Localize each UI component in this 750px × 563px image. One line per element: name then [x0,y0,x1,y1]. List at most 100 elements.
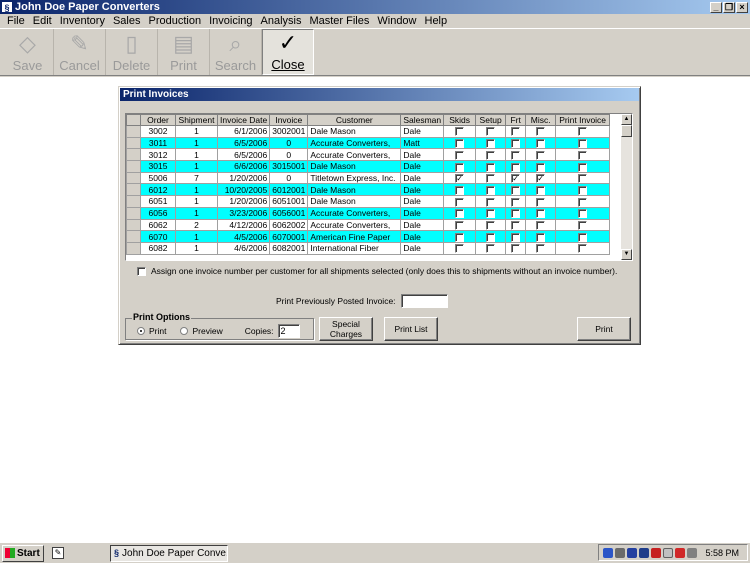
cell-invoice[interactable]: 0 [269,171,309,185]
print-previous-input[interactable] [400,294,448,308]
cell-invoice-date[interactable]: 10/20/2005 [216,183,271,197]
tray-icon[interactable] [663,547,673,558]
cell-order[interactable]: 6056 [140,206,176,220]
print-invoice-checkbox[interactable] [578,150,588,160]
cell-salesman[interactable]: Dale [400,171,445,185]
close-button[interactable]: ✓ Close [262,29,314,75]
cell-salesman[interactable]: Dale [400,230,445,243]
cell-invoice-date[interactable]: 1/20/2006 [216,195,271,208]
cell-shipment[interactable]: 1 [175,206,218,220]
cell-invoice[interactable]: 6051001 [269,195,309,208]
tray-icon[interactable] [687,547,697,558]
table-row[interactable]: 3011 1 6/5/2006 0 Accurate Converters, Matt [126,136,611,150]
cell-salesman[interactable]: Dale [400,206,445,220]
scroll-thumb[interactable] [621,125,632,137]
table-row[interactable]: 6056 1 3/23/2006 6056001 Accurate Converters… [126,206,611,220]
skids-checkbox[interactable] [455,185,465,195]
col-print-invoice[interactable]: Print Invoice [555,114,611,126]
misc-checkbox[interactable] [536,220,546,230]
misc-checkbox[interactable] [536,185,546,195]
row-selector[interactable] [126,230,141,243]
cell-invoice[interactable]: 6082001 [269,241,309,255]
cancel-button[interactable]: ✎ Cancel [54,29,106,75]
cell-customer[interactable]: Dale Mason [307,160,402,173]
tray-icon[interactable] [639,547,649,558]
setup-checkbox[interactable] [486,162,496,172]
frt-checkbox[interactable] [511,150,521,160]
row-selector[interactable] [126,195,141,208]
cell-customer[interactable]: Accurate Converters, [307,206,402,220]
print-radio-label[interactable]: Print [149,326,166,336]
print-invoice-checkbox[interactable] [578,162,588,172]
frt-checkbox[interactable]: ✓ [511,174,521,183]
setup-checkbox[interactable] [486,244,496,254]
setup-checkbox[interactable] [486,139,496,148]
scroll-up-button[interactable]: ▲ [621,114,632,125]
col-skids[interactable]: Skids [443,114,477,126]
table-row[interactable]: 6062 2 4/12/2006 6062002 Accurate Converters… [126,218,611,232]
misc-checkbox[interactable] [536,150,546,160]
cell-salesman[interactable]: Dale [400,218,445,232]
misc-checkbox[interactable] [536,244,546,254]
misc-checkbox[interactable] [536,139,546,148]
skids-checkbox[interactable] [455,232,465,242]
table-row[interactable]: 3015 1 6/6/2006 3015001 Dale Mason Dale [126,160,611,173]
misc-checkbox[interactable] [536,209,546,219]
cell-invoice[interactable]: 6070001 [269,230,309,243]
cell-shipment[interactable]: 2 [175,218,218,232]
tray-icon[interactable] [603,547,613,558]
print-invoice-checkbox[interactable] [578,174,588,183]
menu-item-help[interactable]: Help [421,15,452,27]
table-row[interactable]: 3012 1 6/5/2006 0 Accurate Converters, Dale [126,148,611,162]
col-order[interactable]: Order [140,114,176,126]
scroll-down-button[interactable]: ▼ [621,249,632,260]
table-row[interactable]: 3002 1 6/1/2006 3002001 Dale Mason Dale [126,125,611,138]
cell-customer[interactable]: Titletown Express, Inc. [307,171,402,185]
frt-checkbox[interactable] [511,185,521,195]
misc-checkbox[interactable] [536,127,546,137]
grid-scrollbar[interactable]: ▲ ▼ [621,114,632,260]
row-selector[interactable] [126,148,141,162]
row-selector[interactable] [126,183,141,197]
tray-icon[interactable] [615,547,625,558]
taskbar-app-button[interactable]: § John Doe Paper Conve... [110,544,228,562]
setup-checkbox[interactable] [486,220,496,230]
print-list-button[interactable]: Print List [384,317,438,341]
cell-invoice[interactable]: 0 [269,136,309,150]
cell-customer[interactable]: International Fiber [307,241,402,255]
skids-checkbox[interactable] [455,209,465,219]
cell-shipment[interactable]: 1 [175,125,218,138]
col-invoice[interactable]: Invoice [269,114,309,126]
cell-shipment[interactable]: 1 [175,136,218,150]
cell-shipment[interactable]: 1 [175,241,218,255]
cell-order[interactable]: 3012 [140,148,176,162]
col-frt[interactable]: Frt [505,114,527,126]
cell-shipment[interactable]: 1 [175,230,218,243]
row-selector[interactable] [126,171,141,185]
cell-order[interactable]: 3011 [140,136,176,150]
misc-checkbox[interactable] [536,162,546,172]
skids-checkbox[interactable] [455,244,465,254]
col-customer[interactable]: Customer [307,114,402,126]
print-invoice-checkbox[interactable] [578,220,588,230]
row-selector[interactable] [126,206,141,220]
table-row[interactable]: 6051 1 1/20/2006 6051001 Dale Mason Dale [126,195,611,208]
cell-invoice-date[interactable]: 6/1/2006 [216,125,271,138]
setup-checkbox[interactable] [486,209,496,219]
search-button[interactable]: ⌕ Search [210,29,262,75]
cell-invoice[interactable]: 6056001 [269,206,309,220]
menu-item-window[interactable]: Window [373,15,420,27]
cell-invoice-date[interactable]: 3/23/2006 [216,206,271,220]
cell-invoice[interactable]: 3002001 [269,125,309,138]
special-charges-button[interactable]: Special Charges [319,317,373,341]
col-shipment[interactable]: Shipment [175,114,218,126]
cell-salesman[interactable]: Dale [400,125,445,138]
frt-checkbox[interactable] [511,162,521,172]
misc-checkbox[interactable] [536,197,546,207]
maximize-button[interactable]: ❐ [723,1,735,13]
setup-checkbox[interactable] [486,197,496,207]
menu-item-file[interactable]: File [3,15,29,27]
cell-shipment[interactable]: 1 [175,148,218,162]
print-invoice-checkbox[interactable] [578,232,588,242]
cell-salesman[interactable]: Dale [400,160,445,173]
